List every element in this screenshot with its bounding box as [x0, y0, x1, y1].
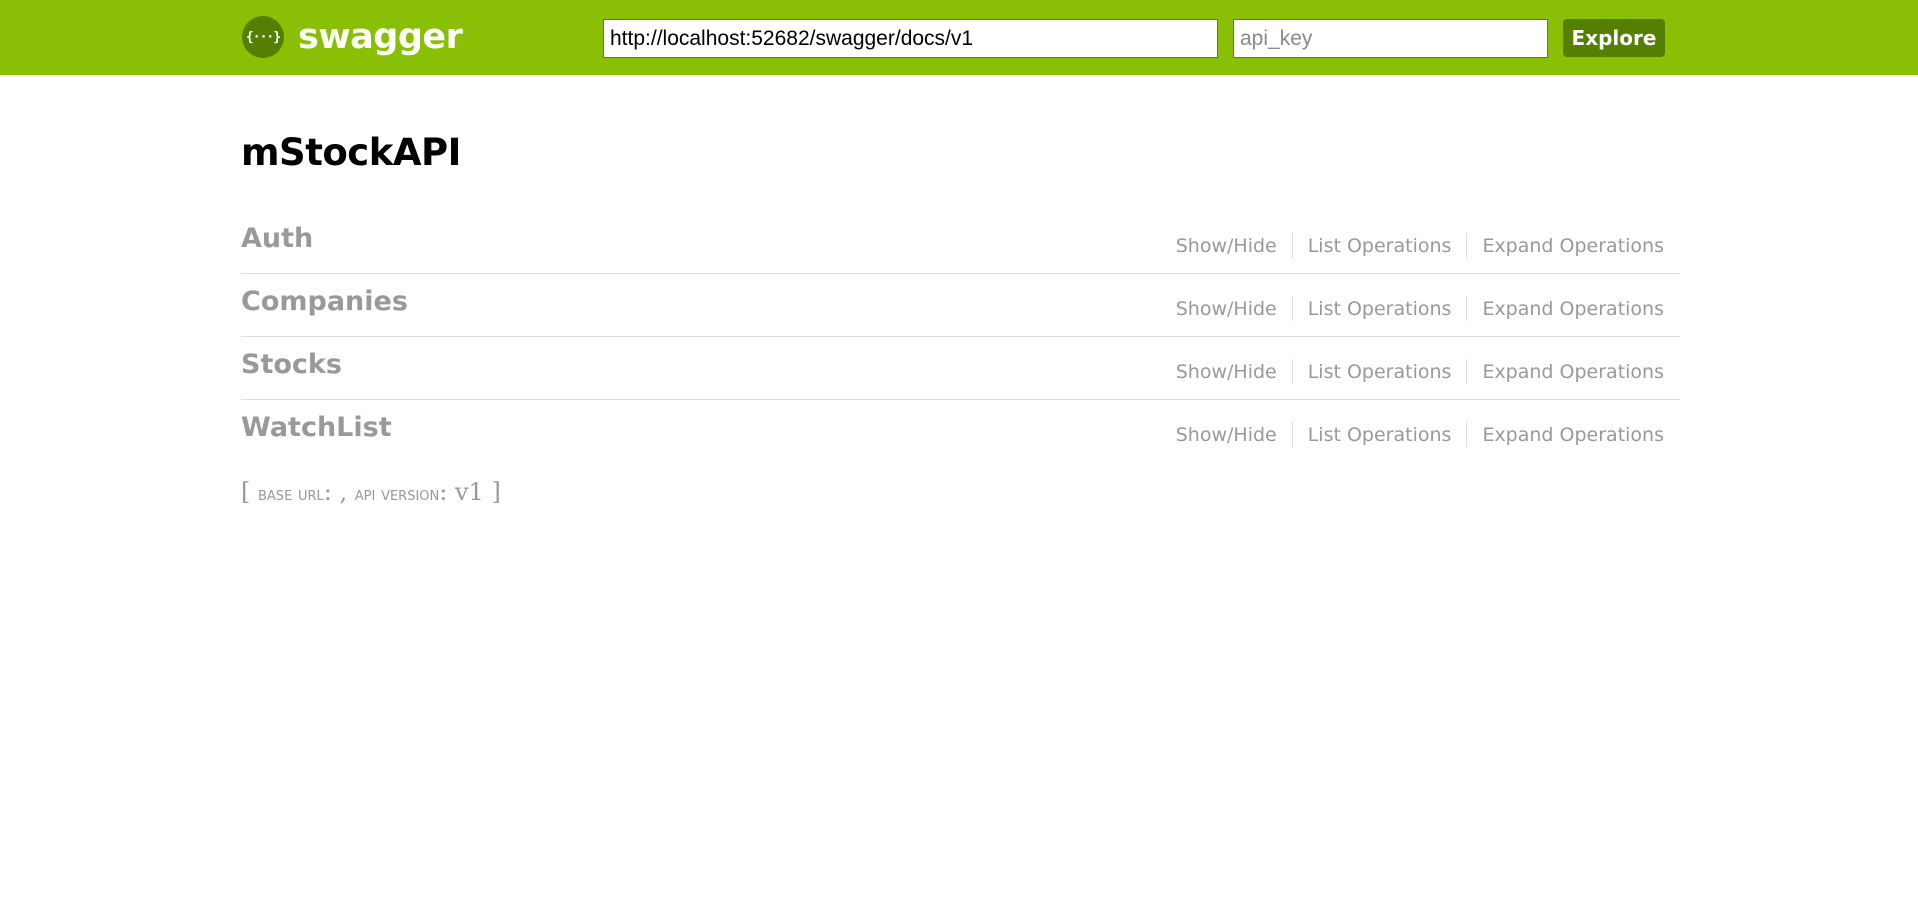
- api-version-label: api version: [354, 484, 440, 505]
- api-key-input[interactable]: [1233, 19, 1548, 58]
- divider: [1466, 233, 1468, 258]
- resource-operations: Show/Hide List Operations Expand Operati…: [1176, 422, 1664, 447]
- base-url-separator: : ,: [323, 478, 355, 506]
- divider: [1291, 422, 1293, 447]
- divider: [1291, 233, 1293, 258]
- divider: [1466, 296, 1468, 321]
- swagger-logo-text: swagger: [298, 17, 463, 57]
- api-title: mStockAPI: [241, 131, 461, 174]
- divider: [1291, 359, 1293, 384]
- divider: [1291, 296, 1293, 321]
- show-hide-link[interactable]: Show/Hide: [1176, 298, 1277, 320]
- expand-operations-link[interactable]: Expand Operations: [1482, 298, 1664, 320]
- resource-name[interactable]: WatchList: [241, 412, 392, 443]
- resource-stocks: Stocks Show/Hide List Operations Expand …: [241, 337, 1680, 400]
- swagger-logo[interactable]: {···} swagger: [242, 16, 463, 58]
- swagger-logo-icon: {···}: [242, 16, 284, 58]
- close-bracket: ]: [483, 478, 501, 506]
- explore-button[interactable]: Explore: [1563, 19, 1665, 57]
- resource-operations: Show/Hide List Operations Expand Operati…: [1176, 233, 1664, 258]
- resource-auth: Auth Show/Hide List Operations Expand Op…: [241, 211, 1680, 274]
- api-version-separator: :: [439, 478, 455, 506]
- open-bracket: [: [241, 478, 258, 506]
- spec-url-input[interactable]: [603, 19, 1218, 58]
- divider: [1466, 359, 1468, 384]
- show-hide-link[interactable]: Show/Hide: [1176, 424, 1277, 446]
- list-operations-link[interactable]: List Operations: [1308, 298, 1452, 320]
- resource-list: Auth Show/Hide List Operations Expand Op…: [241, 211, 1680, 463]
- list-operations-link[interactable]: List Operations: [1308, 361, 1452, 383]
- list-operations-link[interactable]: List Operations: [1308, 235, 1452, 257]
- resource-companies: Companies Show/Hide List Operations Expa…: [241, 274, 1680, 337]
- resource-name[interactable]: Companies: [241, 286, 408, 317]
- divider: [1466, 422, 1468, 447]
- resource-name[interactable]: Stocks: [241, 349, 342, 380]
- api-version-value: v1: [454, 478, 484, 506]
- resource-watchlist: WatchList Show/Hide List Operations Expa…: [241, 400, 1680, 463]
- expand-operations-link[interactable]: Expand Operations: [1482, 235, 1664, 257]
- api-info-footer: [ base url: , api version: v1 ]: [241, 478, 501, 506]
- swagger-header: {···} swagger Explore: [0, 0, 1918, 75]
- show-hide-link[interactable]: Show/Hide: [1176, 235, 1277, 257]
- list-operations-link[interactable]: List Operations: [1308, 424, 1452, 446]
- resource-operations: Show/Hide List Operations Expand Operati…: [1176, 296, 1664, 321]
- show-hide-link[interactable]: Show/Hide: [1176, 361, 1277, 383]
- expand-operations-link[interactable]: Expand Operations: [1482, 361, 1664, 383]
- expand-operations-link[interactable]: Expand Operations: [1482, 424, 1664, 446]
- base-url-label: base url: [258, 484, 324, 505]
- resource-name[interactable]: Auth: [241, 223, 313, 254]
- resource-operations: Show/Hide List Operations Expand Operati…: [1176, 359, 1664, 384]
